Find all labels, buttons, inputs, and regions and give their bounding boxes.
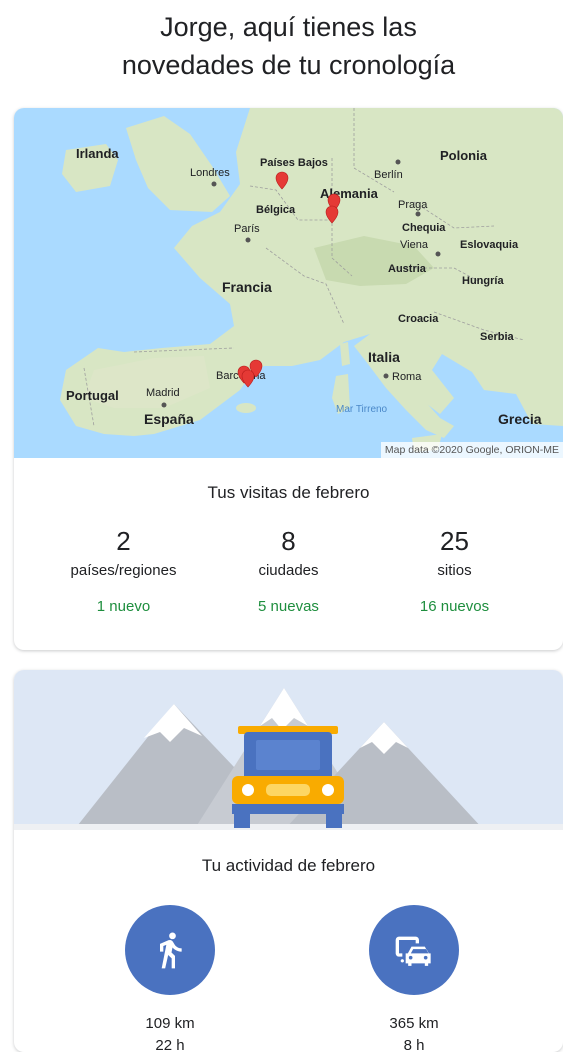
illustration-ground xyxy=(14,824,563,830)
label-berlin: Berlín xyxy=(374,169,403,181)
label-belgica: Bélgica xyxy=(256,204,296,216)
label-madrid: Madrid xyxy=(146,387,180,399)
car-illustration xyxy=(232,726,344,828)
walking-distance: 109 km xyxy=(145,1015,195,1032)
activity-walking[interactable]: 109 km 22 h xyxy=(120,905,220,1052)
timeline-update-page: Jorge, aquí tienes las novedades de tu c… xyxy=(0,0,563,1052)
label-austria: Austria xyxy=(388,263,427,275)
label-eslovaquia: Eslovaquia xyxy=(460,239,519,251)
label-irlanda: Irlanda xyxy=(76,146,119,161)
city-dot-madrid xyxy=(161,402,167,408)
label-paris: París xyxy=(234,223,260,235)
label-paises-bajos: Países Bajos xyxy=(260,157,328,169)
page-title-line-1: Jorge, aquí tienes las xyxy=(160,12,417,42)
label-grecia: Grecia xyxy=(498,411,542,427)
label-espana: España xyxy=(144,411,194,427)
city-dot-berlin xyxy=(395,159,401,165)
map-attribution: Map data ©2020 Google, ORION-ME xyxy=(380,442,563,458)
walking-duration: 22 h xyxy=(155,1037,185,1052)
label-mar-tirreno: Mar Tirreno xyxy=(336,404,388,415)
label-polonia: Polonia xyxy=(440,148,488,163)
walking-icon xyxy=(160,932,182,969)
car-mountain-illustration xyxy=(14,670,563,830)
stat-countries-number: 2 xyxy=(116,526,131,556)
label-praga: Praga xyxy=(398,199,428,211)
stat-cities: 8 ciudades 5 nuevas xyxy=(197,526,380,617)
city-dot-londres xyxy=(211,181,217,187)
visits-title: Tus visitas de febrero xyxy=(207,483,370,502)
label-italia: Italia xyxy=(368,349,400,365)
car-icon-circle[interactable] xyxy=(369,905,459,995)
activity-driving[interactable]: 365 km 8 h xyxy=(364,905,464,1052)
label-viena: Viena xyxy=(400,239,429,251)
stat-countries: 2 países/regiones 1 nuevo xyxy=(32,526,215,617)
map-canvas: Irlanda Países Bajos Polonia Alemania Bé… xyxy=(14,108,563,458)
activity-title: Tu actividad de febrero xyxy=(201,856,376,875)
car-icon xyxy=(395,936,431,966)
label-serbia: Serbia xyxy=(480,331,515,343)
stat-cities-label: ciudades xyxy=(258,562,319,579)
activity-illustration xyxy=(14,670,563,830)
walking-icon-circle[interactable] xyxy=(125,905,215,995)
label-chequia: Chequia xyxy=(402,222,446,234)
label-roma: Roma xyxy=(392,371,422,383)
driving-duration: 8 h xyxy=(403,1037,425,1052)
visits-stats: 2 países/regiones 1 nuevo 8 ciudades 5 n… xyxy=(14,526,563,626)
stat-places-new[interactable]: 16 nuevos xyxy=(363,597,546,617)
stat-places: 25 sitios 16 nuevos xyxy=(363,526,546,617)
stat-countries-new[interactable]: 1 nuevo xyxy=(32,597,215,617)
label-portugal: Portugal xyxy=(66,388,119,403)
city-dot-paris xyxy=(245,237,251,243)
label-londres: Londres xyxy=(190,167,230,179)
driving-distance: 365 km xyxy=(389,1015,439,1032)
city-dot-viena xyxy=(435,251,441,257)
stat-places-number: 25 xyxy=(440,526,469,556)
stat-countries-label: países/regiones xyxy=(70,562,177,579)
city-dot-praga xyxy=(415,211,421,217)
stat-cities-number: 8 xyxy=(281,526,296,556)
page-title: Jorge, aquí tienes las novedades de tu c… xyxy=(14,8,563,98)
visits-card[interactable]: Irlanda Países Bajos Polonia Alemania Bé… xyxy=(14,108,563,650)
page-title-line-2: novedades de tu cronología xyxy=(121,50,456,80)
stat-cities-new[interactable]: 5 nuevas xyxy=(197,597,380,617)
stat-places-label: sitios xyxy=(437,562,472,579)
land-balearics xyxy=(236,403,256,413)
label-hungria: Hungría xyxy=(462,275,504,287)
visits-map[interactable]: Irlanda Países Bajos Polonia Alemania Bé… xyxy=(14,108,563,458)
activity-card[interactable]: Tu actividad de febrero 109 km 22 h 365 … xyxy=(14,670,563,1052)
city-dot-roma xyxy=(383,373,389,379)
label-francia: Francia xyxy=(222,279,272,295)
label-croacia: Croacia xyxy=(398,313,439,325)
